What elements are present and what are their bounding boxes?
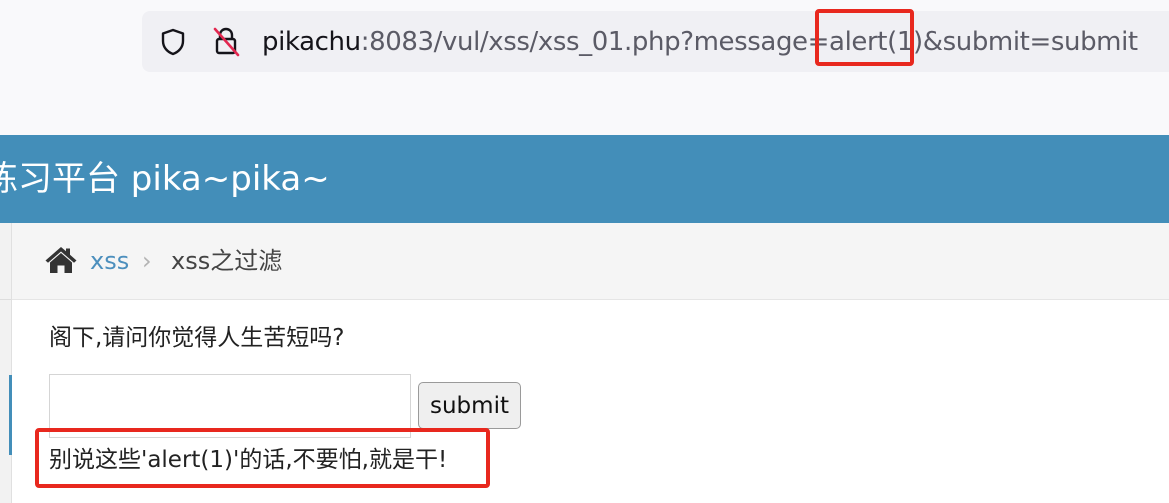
url-text[interactable]: pikachu:8083/vul/xss/xss_01.php?message=…	[262, 24, 1138, 60]
sidebar-active-indicator	[9, 375, 12, 455]
shield-icon[interactable]	[158, 27, 188, 57]
url-host: pikachu	[262, 27, 361, 57]
breadcrumb-current: xss之过滤	[171, 247, 283, 275]
result-highlight-box	[35, 428, 490, 488]
question-text: 阁下,请问你觉得人生苦短吗?	[49, 325, 345, 351]
sidebar-divider	[0, 299, 11, 300]
submit-button[interactable]: submit	[418, 382, 521, 429]
url-highlight-box	[815, 9, 914, 66]
home-icon[interactable]	[44, 245, 78, 275]
site-header: 练习平台 pika~pika~	[0, 135, 1169, 223]
sidebar	[0, 223, 12, 503]
lock-strikethrough-icon[interactable]	[211, 25, 241, 57]
site-title[interactable]: 练习平台 pika~pika~	[0, 157, 330, 201]
browser-toolbar: pikachu:8083/vul/xss/xss_01.php?message=…	[0, 0, 1169, 135]
url-query-rest: &submit=submit	[922, 27, 1138, 57]
breadcrumb: xss › xss之过滤	[12, 223, 1169, 300]
breadcrumb-separator: ›	[142, 247, 152, 275]
breadcrumb-link-xss[interactable]: xss	[90, 245, 129, 277]
url-path: :8083/vul/xss/xss_01.php?message=	[360, 27, 830, 57]
